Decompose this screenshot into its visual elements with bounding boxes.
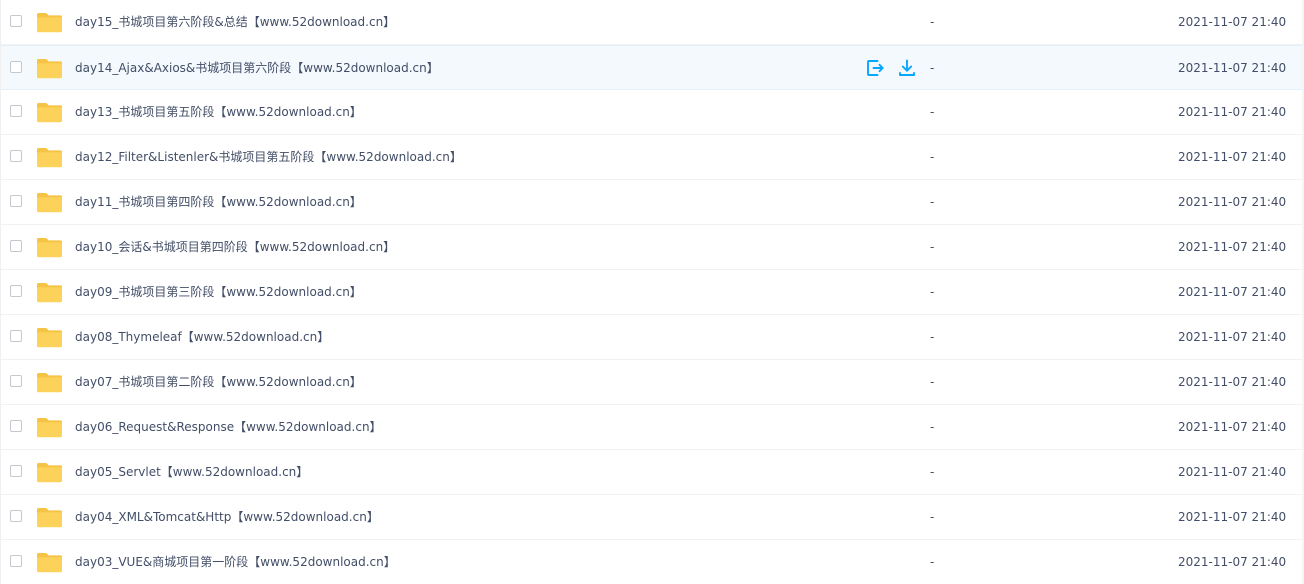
modified-date: 2021-11-07 21:40	[1178, 240, 1287, 254]
row-checkbox[interactable]	[10, 285, 22, 297]
file-name-link[interactable]: day03_VUE&商城项目第一阶段【www.52download.cn】	[75, 540, 396, 584]
modified-date: 2021-11-07 21:40	[1178, 465, 1287, 479]
row-checkbox[interactable]	[10, 555, 22, 567]
folder-icon	[36, 237, 63, 258]
file-size: -	[930, 420, 935, 434]
folder-icon	[36, 462, 63, 483]
row-checkbox[interactable]	[10, 465, 22, 477]
file-name-link[interactable]: day04_XML&Tomcat&Http【www.52download.cn】	[75, 495, 379, 539]
file-row[interactable]: day15_书城项目第六阶段&总结【www.52download.cn】 - 2…	[1, 0, 1304, 45]
folder-icon	[36, 102, 63, 123]
modified-date: 2021-11-07 21:40	[1178, 150, 1287, 164]
row-checkbox[interactable]	[10, 195, 22, 207]
file-name-link[interactable]: day12_Filter&Listenler&书城项目第五阶段【www.52do…	[75, 135, 462, 179]
file-name-link[interactable]: day10_会话&书城项目第四阶段【www.52download.cn】	[75, 225, 395, 269]
modified-date: 2021-11-07 21:40	[1178, 375, 1287, 389]
modified-date: 2021-11-07 21:40	[1178, 330, 1287, 344]
modified-date: 2021-11-07 21:40	[1178, 195, 1287, 209]
row-checkbox[interactable]	[10, 105, 22, 117]
file-name-link[interactable]: day05_Servlet【www.52download.cn】	[75, 450, 308, 494]
file-size: -	[930, 285, 935, 299]
file-row[interactable]: day05_Servlet【www.52download.cn】 - 2021-…	[1, 450, 1304, 495]
folder-icon	[36, 417, 63, 438]
folder-icon	[36, 552, 63, 573]
folder-icon	[36, 147, 63, 168]
folder-icon	[36, 372, 63, 393]
file-row[interactable]: day08_Thymeleaf【www.52download.cn】 - 202…	[1, 315, 1304, 360]
share-icon[interactable]	[865, 58, 885, 78]
file-size: -	[930, 195, 935, 209]
row-checkbox[interactable]	[10, 150, 22, 162]
row-checkbox[interactable]	[10, 510, 22, 522]
file-name-link[interactable]: day11_书城项目第四阶段【www.52download.cn】	[75, 180, 362, 224]
row-checkbox[interactable]	[10, 375, 22, 387]
folder-icon	[36, 58, 63, 79]
file-size: -	[930, 240, 935, 254]
file-name-link[interactable]: day08_Thymeleaf【www.52download.cn】	[75, 315, 329, 359]
file-row[interactable]: day14_Ajax&Axios&书城项目第六阶段【www.52download…	[1, 45, 1304, 90]
folder-icon	[36, 327, 63, 348]
file-name-link[interactable]: day07_书城项目第二阶段【www.52download.cn】	[75, 360, 362, 404]
row-actions	[865, 58, 917, 78]
row-checkbox[interactable]	[10, 330, 22, 342]
file-size: -	[930, 150, 935, 164]
row-checkbox[interactable]	[10, 240, 22, 252]
download-icon[interactable]	[897, 58, 917, 78]
row-checkbox[interactable]	[10, 61, 22, 73]
file-row[interactable]: day13_书城项目第五阶段【www.52download.cn】 - 2021…	[1, 90, 1304, 135]
file-row[interactable]: day07_书城项目第二阶段【www.52download.cn】 - 2021…	[1, 360, 1304, 405]
modified-date: 2021-11-07 21:40	[1178, 555, 1287, 569]
folder-icon	[36, 282, 63, 303]
folder-icon	[36, 12, 63, 33]
file-row[interactable]: day10_会话&书城项目第四阶段【www.52download.cn】 - 2…	[1, 225, 1304, 270]
file-size: -	[930, 330, 935, 344]
file-size: -	[930, 465, 935, 479]
file-size: -	[930, 375, 935, 389]
file-row[interactable]: day03_VUE&商城项目第一阶段【www.52download.cn】 - …	[1, 540, 1304, 584]
folder-icon	[36, 192, 63, 213]
modified-date: 2021-11-07 21:40	[1178, 15, 1287, 29]
file-row[interactable]: day12_Filter&Listenler&书城项目第五阶段【www.52do…	[1, 135, 1304, 180]
modified-date: 2021-11-07 21:40	[1178, 420, 1287, 434]
file-list: day15_书城项目第六阶段&总结【www.52download.cn】 - 2…	[0, 0, 1304, 584]
modified-date: 2021-11-07 21:40	[1178, 105, 1287, 119]
file-size: -	[930, 555, 935, 569]
file-row[interactable]: day09_书城项目第三阶段【www.52download.cn】 - 2021…	[1, 270, 1304, 315]
row-checkbox[interactable]	[10, 15, 22, 27]
modified-date: 2021-11-07 21:40	[1178, 510, 1287, 524]
file-name-link[interactable]: day15_书城项目第六阶段&总结【www.52download.cn】	[75, 0, 395, 44]
file-row[interactable]: day04_XML&Tomcat&Http【www.52download.cn】…	[1, 495, 1304, 540]
modified-date: 2021-11-07 21:40	[1178, 61, 1287, 75]
file-size: -	[930, 15, 935, 29]
file-name-link[interactable]: day13_书城项目第五阶段【www.52download.cn】	[75, 90, 362, 134]
file-row[interactable]: day11_书城项目第四阶段【www.52download.cn】 - 2021…	[1, 180, 1304, 225]
modified-date: 2021-11-07 21:40	[1178, 285, 1287, 299]
file-name-link[interactable]: day06_Request&Response【www.52download.cn…	[75, 405, 382, 449]
file-name-link[interactable]: day14_Ajax&Axios&书城项目第六阶段【www.52download…	[75, 46, 439, 90]
file-size: -	[930, 105, 935, 119]
file-row[interactable]: day06_Request&Response【www.52download.cn…	[1, 405, 1304, 450]
row-checkbox[interactable]	[10, 420, 22, 432]
folder-icon	[36, 507, 63, 528]
file-size: -	[930, 61, 935, 75]
file-size: -	[930, 510, 935, 524]
file-name-link[interactable]: day09_书城项目第三阶段【www.52download.cn】	[75, 270, 362, 314]
